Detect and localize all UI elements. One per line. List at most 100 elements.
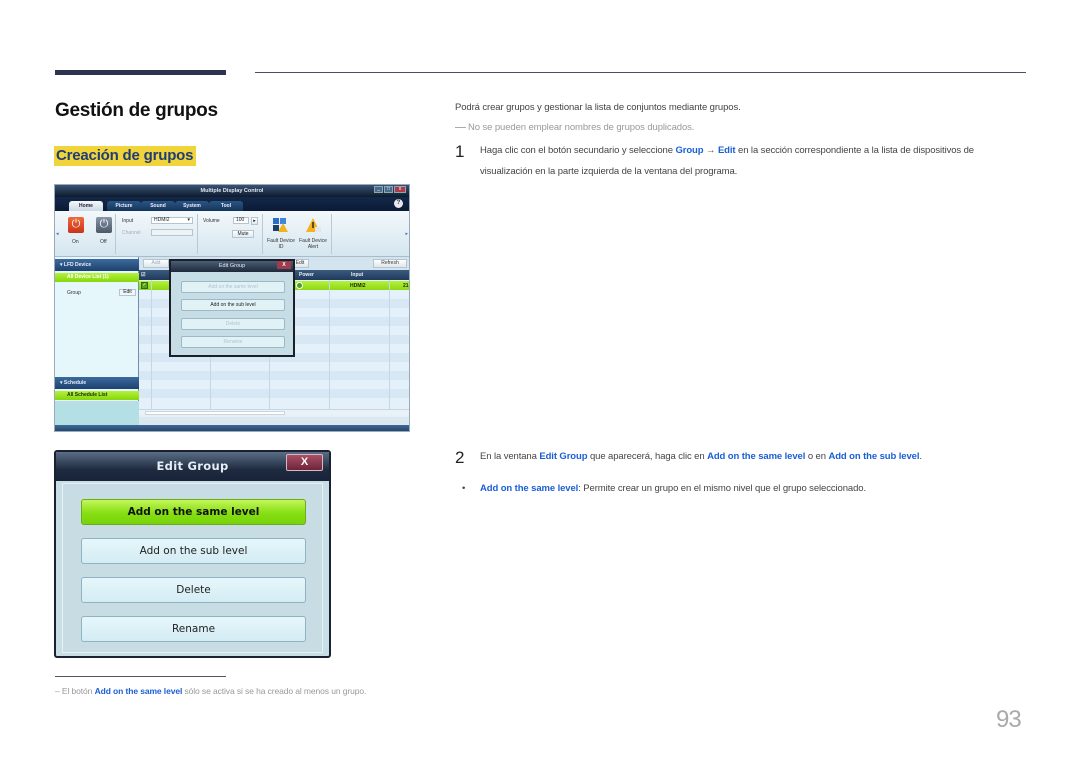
- mini-add-same-level-button[interactable]: Add on the same level: [181, 281, 285, 293]
- table-row[interactable]: [139, 389, 409, 398]
- footnote-dash: –: [55, 686, 60, 696]
- footnote-text-a: El botón: [61, 686, 95, 696]
- grid-refresh-button[interactable]: Refresh: [373, 259, 407, 268]
- rename-button[interactable]: Rename: [81, 616, 306, 642]
- fault-device-alert-label: Fault Device Alert: [299, 238, 327, 250]
- mini-edit-group-dialog: Edit Group X Add on the same level Add o…: [169, 259, 295, 357]
- step-2-text: En la ventana Edit Group que aparecerá, …: [480, 450, 1040, 464]
- note-content: No se pueden emplear nombres de grupos d…: [468, 122, 695, 133]
- tab-home[interactable]: Home: [69, 201, 103, 211]
- mini-rename-button[interactable]: Rename: [181, 336, 285, 348]
- mini-close-icon[interactable]: X: [277, 261, 291, 269]
- schedule-header-label: Schedule: [63, 380, 87, 386]
- sidebar-item-group[interactable]: Group: [67, 290, 81, 296]
- power-off-label: Off: [100, 239, 107, 245]
- bullet-marker: •: [462, 483, 466, 494]
- page-title: Gestión de grupos: [55, 100, 218, 121]
- channel-label: Channel: [122, 230, 141, 236]
- input-select[interactable]: HDMI2 ▾: [151, 217, 193, 224]
- app-tab-bar: Home Picture Sound System Tool ?: [55, 197, 409, 211]
- sidebar-lfd-header[interactable]: ▾ LFD Device: [55, 259, 139, 271]
- horizontal-scrollbar[interactable]: [139, 409, 409, 415]
- sidebar-group-edit-button[interactable]: Edit: [119, 289, 136, 296]
- row-input: HDMI2: [350, 283, 366, 289]
- fault-device-alert-icon[interactable]: [305, 217, 321, 233]
- help-icon[interactable]: ?: [394, 199, 403, 208]
- ribbon: ◂ ⏻ ⏻ On Off Input HDMI2 ▾ Channel Volume…: [55, 211, 409, 257]
- power-on-label: On: [72, 239, 79, 245]
- ribbon-left-arrow-icon[interactable]: ◂: [56, 231, 59, 237]
- kw-group: Group: [675, 145, 704, 156]
- mini-dialog-title: Edit Group: [171, 261, 293, 272]
- table-row[interactable]: [139, 371, 409, 380]
- power-on-icon[interactable]: ⏻: [68, 217, 84, 233]
- fault-device-id-icon[interactable]: [272, 217, 288, 233]
- page-number: 93: [996, 706, 1022, 733]
- tab-tool[interactable]: Tool: [209, 201, 243, 211]
- kw-sub-level: Add on the sub level: [828, 451, 920, 462]
- window-controls: _ □ x: [374, 186, 406, 193]
- footnote-rule: [55, 676, 226, 677]
- tab-picture[interactable]: Picture: [107, 201, 141, 211]
- mini-add-sub-level-button[interactable]: Add on the sub level: [181, 299, 285, 311]
- dialog-body: Add on the same level Add on the sub lev…: [62, 483, 323, 653]
- step-2-text-c: o en: [805, 451, 829, 462]
- power-status-icon: [296, 282, 303, 289]
- footnote-text-b: sólo se activa si se ha creado al menos …: [182, 686, 367, 696]
- footnote: – El botón Add on the same level sólo se…: [55, 684, 366, 698]
- section-title: Creación de grupos: [54, 146, 197, 166]
- volume-field[interactable]: 100: [233, 217, 249, 224]
- power-off-icon[interactable]: ⏻: [96, 217, 112, 233]
- row-checkbox[interactable]: ✓: [141, 282, 148, 289]
- step-1-text-a: Haga clic con el botón secundario y sele…: [480, 145, 676, 156]
- fault-device-id-label: Fault Device ID: [267, 238, 295, 250]
- kw-edit: Edit: [717, 145, 736, 156]
- header-rule: [255, 72, 1026, 73]
- delete-button[interactable]: Delete: [81, 577, 306, 603]
- step-1-text-b: en la sección correspondiente a la lista…: [735, 145, 974, 156]
- header-accent-bar: [55, 70, 226, 75]
- row-extra: 21: [403, 283, 409, 289]
- maximize-icon[interactable]: □: [384, 186, 393, 193]
- sidebar-empty-area: [55, 401, 139, 425]
- note-text: No se pueden emplear nombres de grupos d…: [455, 121, 694, 135]
- add-same-level-button[interactable]: Add on the same level: [81, 499, 306, 525]
- step-2-text-a: En la ventana: [480, 451, 540, 462]
- mini-delete-button[interactable]: Delete: [181, 318, 285, 330]
- chevron-down-icon: ▾: [187, 217, 190, 223]
- volume-label: Volume: [203, 218, 220, 224]
- mute-button[interactable]: Mute: [232, 230, 254, 238]
- channel-stepper[interactable]: [151, 229, 193, 236]
- ribbon-divider: [197, 214, 198, 254]
- app-screenshot: Multiple Display Control _ □ x Home Pict…: [54, 184, 410, 432]
- add-sub-level-button[interactable]: Add on the sub level: [81, 538, 306, 564]
- tab-sound[interactable]: Sound: [141, 201, 175, 211]
- close-icon[interactable]: x: [394, 186, 406, 193]
- grid-col-divider: [151, 280, 152, 410]
- step-1-text-cont: visualización en la parte izquierda de l…: [480, 166, 738, 177]
- arrow: →: [703, 145, 718, 156]
- grid-col-input[interactable]: Input: [351, 270, 363, 280]
- close-icon[interactable]: X: [286, 454, 323, 471]
- bullet-desc: : Permite crear un grupo en el mismo niv…: [578, 483, 866, 494]
- step-1-number: 1: [455, 142, 465, 161]
- footnote-kw: Add on the same level: [94, 686, 183, 696]
- dialog-title-bar: Edit Group X: [56, 452, 329, 481]
- app-title: Multiple Display Control: [200, 188, 264, 194]
- header-check-icon[interactable]: ☑: [141, 270, 145, 280]
- lfd-header-label: LFD Device: [63, 262, 92, 268]
- minimize-icon[interactable]: _: [374, 186, 383, 193]
- sidebar-item-all-schedule[interactable]: All Schedule List: [55, 391, 139, 400]
- step-2-number: 2: [455, 448, 465, 467]
- grid-col-divider: [329, 280, 330, 410]
- scrollbar-thumb[interactable]: [145, 411, 285, 415]
- grid-add-button[interactable]: Add: [143, 259, 169, 268]
- input-label: Input: [122, 218, 134, 224]
- ribbon-right-arrow-icon[interactable]: ▸: [405, 231, 408, 237]
- sidebar-schedule-header[interactable]: ▾ Schedule: [55, 377, 139, 389]
- volume-up-icon[interactable]: ▸: [251, 217, 258, 225]
- tab-system[interactable]: System: [175, 201, 209, 211]
- sidebar-item-all-devices[interactable]: All Device List (1): [55, 273, 139, 282]
- grid-col-power[interactable]: Power: [299, 270, 314, 280]
- ribbon-divider: [331, 214, 332, 254]
